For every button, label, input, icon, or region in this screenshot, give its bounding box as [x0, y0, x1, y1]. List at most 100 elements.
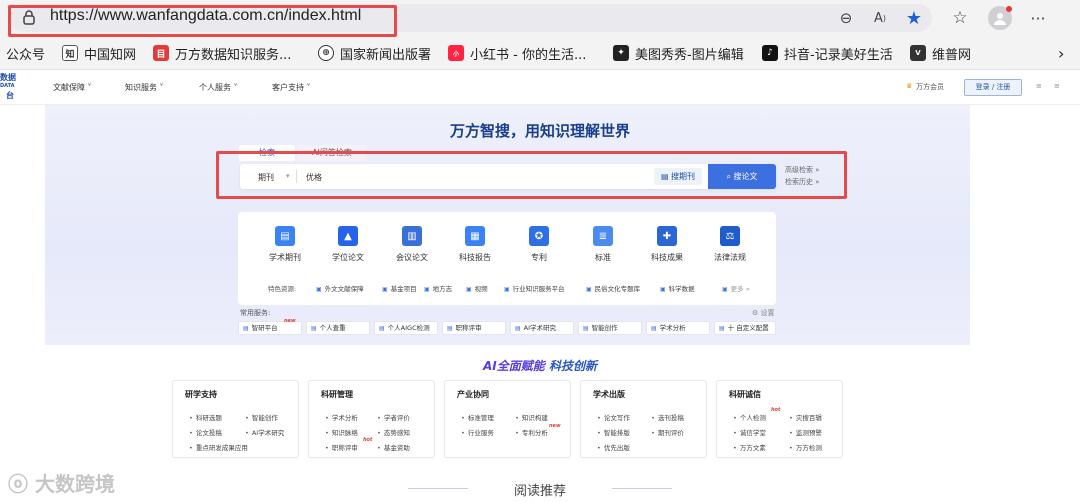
bookmark-label: 抖音-记录美好生活	[784, 47, 893, 63]
ai-item[interactable]: 选刊投稿	[651, 412, 684, 422]
ai-item[interactable]: 监测预警	[789, 427, 822, 437]
service-button[interactable]: 学术分析	[646, 321, 710, 335]
bookmarks-more-icon[interactable]: ›	[1058, 44, 1064, 63]
featured-item[interactable]: 民俗文化专题库	[586, 283, 641, 293]
bookmark-item[interactable]: V 维普网	[910, 44, 971, 63]
ai-item[interactable]: 学术分析	[325, 412, 358, 422]
featured-item[interactable]: 科学数据	[660, 283, 695, 293]
read-aloud-icon[interactable]: A)	[870, 8, 890, 28]
service-button[interactable]: 职称评审	[442, 321, 506, 335]
nav-personal[interactable]: 个人服务 ˅	[199, 82, 238, 93]
new-badge: new	[284, 318, 296, 324]
favorite-star-icon[interactable]: ★	[904, 8, 924, 29]
ai-item[interactable]: 重点研发成果应用	[189, 442, 248, 452]
wanfang-icon: 目	[153, 45, 169, 61]
ai-item[interactable]: 知识脉络	[325, 427, 358, 437]
featured-more-link[interactable]: 更多 »	[722, 283, 750, 293]
menu-icon[interactable]: ≡	[1054, 82, 1060, 90]
nav-literature[interactable]: 文献保障 ˅	[53, 82, 92, 93]
bookmark-item[interactable]: 知中国知网	[62, 44, 136, 63]
bookmark-item[interactable]: 目万方数据知识服务...	[153, 44, 292, 63]
ai-item[interactable]: 职称评审	[325, 442, 358, 452]
logo-subtext: DATA	[0, 83, 15, 89]
bookmark-item[interactable]: ♪ 抖音-记录美好生活	[762, 44, 893, 63]
ai-item[interactable]: 优先出版	[597, 442, 630, 452]
ai-card: 产业协同 标准管理 知识构建 行业服务 专利分析 new	[444, 380, 571, 458]
bookmark-label: 小红书 - 你的生活...	[470, 47, 587, 63]
ai-item[interactable]: 标准管理	[461, 412, 494, 422]
ai-item[interactable]: 知识构建	[515, 412, 548, 422]
site-logo[interactable]: 数据 DATA 台	[0, 73, 20, 100]
ai-item[interactable]: 论文投稿	[189, 427, 222, 437]
resource-journal[interactable]: ▤ 学术期刊	[260, 226, 310, 263]
medal-icon: ✪	[529, 226, 549, 246]
ai-item[interactable]: 态势感知	[377, 427, 410, 437]
nav-knowledge[interactable]: 知识服务 ˅	[125, 82, 164, 93]
ai-item[interactable]: 论文写作	[597, 412, 630, 422]
resource-conference[interactable]: ▥ 会议论文	[387, 226, 437, 263]
ai-item[interactable]: 专利分析	[515, 427, 548, 437]
resource-label: 专利	[531, 253, 547, 262]
ai-title-suffix: 科技创新	[548, 359, 597, 373]
ai-item[interactable]: AI学术研究	[245, 427, 284, 437]
ai-item[interactable]: 期刊评价	[651, 427, 684, 437]
bookmark-item[interactable]: ⊕ 国家新闻出版署	[318, 44, 432, 63]
featured-item[interactable]: 地方志	[424, 283, 453, 293]
custom-config-button[interactable]: 十 自定义配置	[714, 321, 776, 335]
hero-title: 万方智搜，用知识理解世界	[449, 122, 630, 140]
resource-label: 学术期刊	[269, 253, 301, 262]
new-badge: new	[549, 423, 561, 429]
resource-standard[interactable]: ≣ 标准	[578, 226, 628, 263]
member-link[interactable]: 万方会员	[916, 82, 944, 92]
resource-label: 法律法规	[714, 253, 746, 262]
bookmark-label: 国家新闻出版署	[340, 47, 432, 63]
resource-label: 科技成果	[651, 253, 683, 262]
standard-icon: ≣	[593, 226, 613, 246]
resource-achievement[interactable]: ✚ 科技成果	[642, 226, 692, 263]
service-button[interactable]: 个人AIGC检测	[374, 321, 438, 335]
bookmark-item[interactable]: ✦ 美图秀秀-图片编辑	[613, 44, 744, 63]
ai-item[interactable]: 个人检测	[733, 412, 766, 422]
ai-item[interactable]: 智能创作	[245, 412, 278, 422]
vip-crown-icon: ♛	[906, 82, 913, 90]
resource-thesis[interactable]: ▲ 学位论文	[323, 226, 373, 263]
ai-item[interactable]: 行业服务	[461, 427, 494, 437]
featured-label: 特色资源:	[268, 285, 297, 293]
ai-item[interactable]: 学者评价	[377, 412, 410, 422]
ai-card-title: 研学支持	[185, 390, 217, 399]
resource-patent[interactable]: ✪ 专利	[514, 226, 564, 263]
featured-item[interactable]: 基金项目	[382, 283, 417, 293]
ai-item[interactable]: 科研选题	[189, 412, 222, 422]
ai-item[interactable]: 基金资助	[377, 442, 410, 452]
logo-suffix: 台	[6, 91, 14, 100]
bookmark-item[interactable]: 公众号	[6, 44, 45, 63]
ai-item[interactable]: 灾搜百辑	[789, 412, 822, 422]
featured-item[interactable]: 行业知识服务平台	[504, 283, 565, 293]
menu-icon[interactable]: ≡	[1036, 82, 1042, 90]
featured-item[interactable]: 视频	[466, 283, 488, 293]
resource-law[interactable]: ⚖ 法律法规	[705, 226, 755, 263]
bookmark-label: 万方数据知识服务...	[175, 47, 292, 63]
service-button[interactable]: 智能创作	[578, 321, 642, 335]
common-services-label: 常用服务:	[240, 309, 271, 317]
ai-card-title: 科研诚信	[729, 390, 761, 399]
resource-label: 学位论文	[332, 253, 364, 262]
ai-item[interactable]: 智能排版	[597, 427, 630, 437]
service-button[interactable]: 个人查重	[306, 321, 370, 335]
ai-item[interactable]: 诚信学堂	[733, 427, 766, 437]
ai-card-title: 学术出版	[593, 390, 625, 399]
favorites-list-icon[interactable]: ☆	[950, 8, 970, 28]
ai-item[interactable]: 万方文素	[733, 442, 766, 452]
zoom-out-icon[interactable]: ⊖	[836, 8, 856, 28]
bookmark-item[interactable]: 小小红书 - 你的生活...	[448, 44, 587, 63]
more-menu-icon[interactable]: ···	[1028, 8, 1048, 28]
watermark-text: 大数跨境	[34, 472, 115, 496]
settings-link[interactable]: ⚙ 设置	[752, 308, 775, 318]
service-button[interactable]: AI学术研究	[510, 321, 574, 335]
login-button[interactable]: 登录 / 注册	[964, 79, 1022, 96]
featured-item[interactable]: 外文文献保障	[316, 283, 364, 293]
report-icon: ▦	[465, 226, 485, 246]
ai-item[interactable]: 万方检测	[789, 442, 822, 452]
nav-support[interactable]: 客户支持 ˅	[272, 82, 311, 93]
resource-tech-report[interactable]: ▦ 科技报告	[450, 226, 500, 263]
